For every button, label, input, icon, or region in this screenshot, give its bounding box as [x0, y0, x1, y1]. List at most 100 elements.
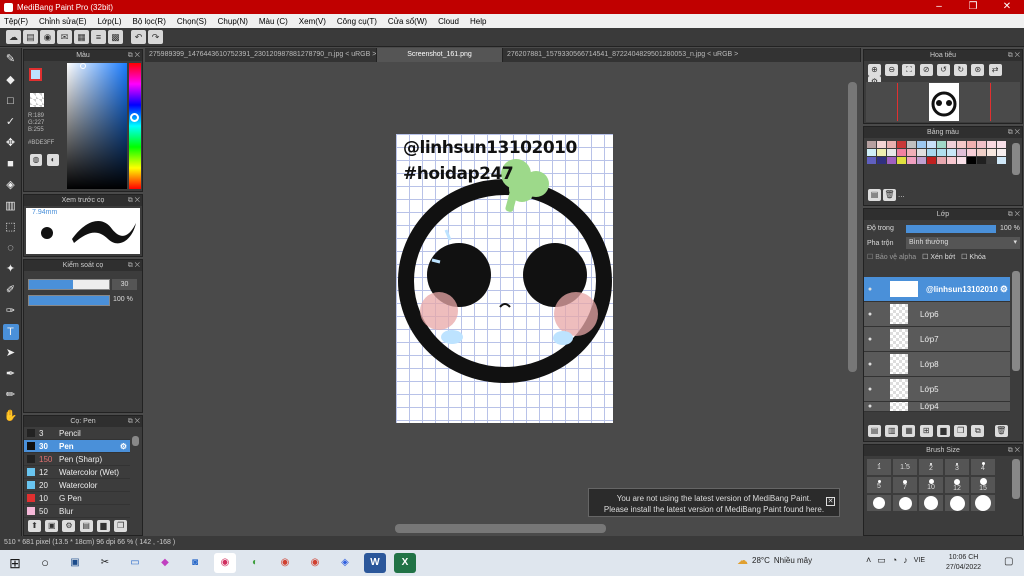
move-tool-icon[interactable]: ✥ [3, 135, 19, 151]
brush-tool-icon[interactable]: ✎ [3, 51, 19, 67]
brush-size-slider[interactable] [28, 279, 110, 290]
gradient-tool-icon[interactable]: ▥ [3, 198, 19, 214]
panel-controls-icon[interactable]: ⧉ ✕ [1008, 209, 1020, 220]
medibang-taskbar-icon[interactable]: ◉ [214, 553, 236, 573]
lasso-tool-icon[interactable]: ◌ [3, 240, 19, 256]
saturation-value-picker[interactable] [67, 63, 127, 189]
brush-item[interactable]: 20 Watercolor [24, 479, 130, 492]
brush-size-option[interactable] [945, 495, 969, 511]
layer-item[interactable]: ● Lớp6 [864, 302, 1010, 327]
add-brush-icon[interactable]: ⬆ [28, 520, 41, 532]
messenger-icon[interactable]: ◈ [334, 553, 356, 573]
weather-widget[interactable]: ☁ 28°C Nhiều mây [737, 554, 812, 567]
canvas-workspace[interactable]: @linhsun13102010 #hoidap247 You are not … [145, 62, 861, 536]
palette-scrollbar[interactable] [1012, 143, 1020, 175]
chrome-icon-1[interactable]: ◉ [274, 553, 296, 573]
notifications-icon[interactable]: ▢ [1004, 556, 1013, 567]
zoom-in-icon[interactable]: ⊕ [868, 64, 881, 76]
menu-color[interactable]: Màu (C) [259, 17, 288, 26]
brush-size-option[interactable]: 15 [971, 477, 995, 493]
excel-icon[interactable]: X [394, 553, 416, 573]
new-halftone-layer-icon[interactable]: ▥ [885, 425, 899, 437]
layer-folder-icon[interactable]: ▆ [936, 425, 950, 437]
rect-select-tool-icon[interactable]: □ [3, 93, 19, 109]
eye-icon[interactable]: ● [864, 286, 876, 293]
chrome-icon-2[interactable]: ◉ [304, 553, 326, 573]
update-notification[interactable]: You are not using the latest version of … [588, 488, 840, 517]
brush-size-option[interactable]: 3 [945, 459, 969, 475]
menu-select[interactable]: Chọn(S) [177, 17, 207, 26]
eye-icon[interactable]: ● [864, 336, 876, 343]
foreground-swatch[interactable] [29, 68, 42, 81]
rotate-left-icon[interactable]: ↺ [936, 64, 950, 76]
redo-icon[interactable]: ↷ [148, 30, 163, 44]
layer-item[interactable]: ● Lớp5 [864, 377, 1010, 402]
camera-icon[interactable]: ◙ [184, 553, 206, 573]
menu-edit[interactable]: Chỉnh sửa(E) [39, 17, 87, 26]
transparent-swatch[interactable] [30, 93, 44, 107]
chat-icon[interactable]: ✉ [57, 30, 72, 44]
chevron-up-icon[interactable]: ˄ [866, 555, 871, 566]
duplicate-layer-icon[interactable]: ❐ [954, 425, 968, 437]
add-layer-menu-icon[interactable]: ⊞ [919, 425, 933, 437]
brush-item[interactable]: 12 Watercolor (Wet) [24, 466, 130, 479]
brush-item[interactable]: 150 Pen (Sharp) [24, 453, 130, 466]
fill-rect-tool-icon[interactable]: ■ [3, 156, 19, 172]
layer-scrollbar[interactable] [1012, 271, 1020, 371]
clipping-checkbox[interactable]: ☐ Xén bớt [922, 253, 955, 261]
fit-icon[interactable]: ⛶ [902, 64, 916, 76]
menu-help[interactable]: Help [470, 17, 486, 26]
menu-cloud[interactable]: Cloud [438, 17, 459, 26]
battery-icon[interactable]: ▭ [877, 555, 886, 566]
brush-size-option[interactable]: 12 [945, 477, 969, 493]
layer-opacity-slider[interactable] [906, 225, 996, 233]
search-icon[interactable]: ○ [34, 553, 56, 573]
dot-tool-icon[interactable]: ✓ [3, 114, 19, 130]
brush-item-active[interactable]: 30 Pen ⚙ [24, 440, 130, 453]
lock-checkbox[interactable]: ☐ Khóa [961, 253, 986, 261]
clock[interactable]: 10:06 CH 27/04/2022 [946, 553, 981, 573]
brush-size-value[interactable]: 30 [112, 279, 137, 290]
select-pen-tool-icon[interactable]: ✐ [3, 282, 19, 298]
panel-controls-icon[interactable]: ⧉ ✕ [1008, 50, 1020, 61]
brush-settings-icon[interactable]: ⚙ [62, 520, 76, 532]
notification-close-icon[interactable]: ✕ [826, 497, 835, 506]
new-file-icon[interactable]: ▤ [23, 30, 38, 44]
brush-size-option[interactable] [919, 495, 943, 511]
eye-icon[interactable]: ● [864, 403, 876, 410]
close-button[interactable]: ✕ [990, 0, 1024, 14]
brush-duplicate-icon[interactable]: ❐ [114, 520, 128, 532]
list-icon[interactable]: ≡ [91, 30, 106, 44]
reset-rotation-icon[interactable]: ⊛ [971, 64, 985, 76]
delete-palette-icon[interactable]: 🗑 [883, 189, 896, 201]
menu-view[interactable]: Xem(V) [299, 17, 326, 26]
cloud-icon[interactable]: ☁ [6, 30, 21, 44]
hand-tool-icon[interactable]: ✋ [3, 408, 19, 424]
brush-menu-icon[interactable]: ▣ [45, 520, 59, 532]
eye-icon[interactable]: ● [864, 311, 876, 318]
game-icon[interactable]: ◆ [154, 553, 176, 573]
canvas[interactable]: @linhsun13102010 #hoidap247 [396, 134, 613, 423]
word-icon[interactable]: W [364, 553, 386, 573]
blend-mode-select[interactable]: Bình thường ▾ [906, 237, 1020, 249]
brush-item[interactable]: 50 Blur [24, 505, 130, 518]
horizontal-scrollbar[interactable] [395, 524, 606, 533]
hue-handle[interactable] [130, 113, 139, 122]
new-layer-icon[interactable]: ▤ [868, 425, 881, 437]
palette-mode-icon[interactable]: ◐ [47, 154, 59, 166]
brush-size-option[interactable]: 1 [867, 459, 891, 475]
eye-icon[interactable]: ● [864, 386, 876, 393]
panel-controls-icon[interactable]: ⧉ ✕ [128, 416, 140, 427]
color-mode-icon[interactable]: ◍ [30, 154, 42, 166]
capcut-icon[interactable]: ✂ [94, 553, 116, 573]
undo-icon[interactable]: ↶ [131, 30, 146, 44]
brush-size-option[interactable] [971, 495, 995, 511]
text-tool-icon[interactable]: T [2, 324, 19, 340]
photos-icon[interactable]: ▭ [124, 553, 146, 573]
tab-document-2[interactable]: Screenshot_161.png [377, 48, 503, 62]
menu-snap[interactable]: Chụp(N) [218, 17, 248, 26]
eyedropper-tool-icon[interactable]: ✒ [3, 366, 19, 382]
brush-opacity-slider[interactable] [28, 295, 110, 306]
settings-gear-icon[interactable]: ⚙ [120, 442, 127, 451]
volume-icon[interactable]: ♪ [903, 555, 908, 566]
